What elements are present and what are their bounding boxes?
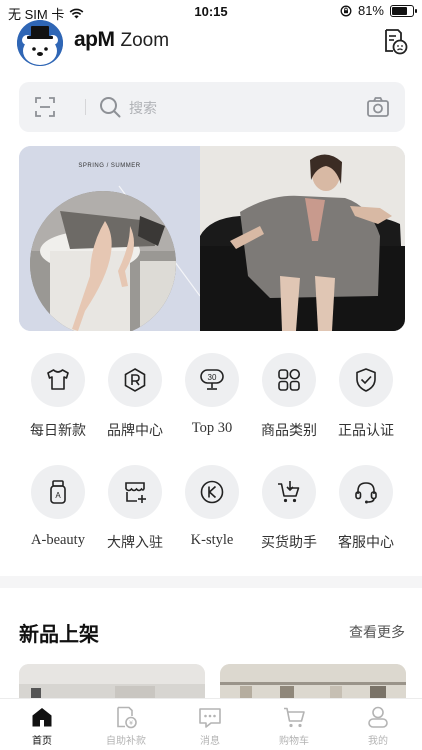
- cosmetic-bottle-icon: A: [50, 480, 66, 504]
- shortcut-brand-join[interactable]: 大牌入驻: [96, 465, 174, 552]
- promo-banner[interactable]: SPRING / SUMMER: [19, 146, 405, 331]
- shortcut-label: 正品认证: [338, 423, 394, 439]
- tab-label: 自助补款: [106, 736, 146, 747]
- shortcut-circle: [262, 465, 316, 519]
- orientation-lock-icon: [340, 5, 352, 16]
- shortcut-circle: [108, 353, 162, 407]
- brand-mark: apM: [74, 28, 115, 51]
- shortcut-circle: A: [31, 465, 85, 519]
- search-icon: [100, 97, 121, 118]
- brand-logo: apM Zoom: [74, 28, 169, 52]
- tab-home[interactable]: 首页: [0, 705, 84, 747]
- brand-name: Zoom: [120, 30, 170, 51]
- top30-trophy-icon: 30: [200, 369, 224, 390]
- tab-self-payment[interactable]: ¥ 自助补款: [84, 705, 168, 747]
- camera-icon[interactable]: [367, 97, 389, 117]
- section-divider: [0, 576, 422, 588]
- shortcut-customer-service[interactable]: 客服中心: [327, 465, 405, 552]
- home-icon: [32, 708, 52, 727]
- section-title-new-arrivals: 新品上架: [19, 622, 99, 646]
- tab-label: 我的: [368, 736, 388, 747]
- tab-label: 消息: [200, 736, 220, 747]
- headset-icon: [355, 482, 377, 504]
- svg-text:A: A: [55, 491, 61, 500]
- shortcut-label: 买货助手: [261, 535, 317, 551]
- shortcut-label: 大牌入驻: [107, 535, 163, 551]
- shortcut-label: 品牌中心: [107, 423, 163, 439]
- cart-icon: [284, 707, 305, 728]
- shortcut-circle: [339, 353, 393, 407]
- store-add-icon: [125, 482, 146, 503]
- shortcut-category[interactable]: 商品类别: [250, 353, 328, 440]
- shortcut-label: Top 30: [191, 420, 233, 436]
- scan-icon[interactable]: [35, 97, 55, 117]
- battery-level: [392, 6, 407, 15]
- shortcut-circle: [185, 465, 239, 519]
- search-divider: [85, 99, 86, 115]
- shortcut-label: A-beauty: [31, 532, 85, 548]
- battery-icon: [390, 4, 417, 17]
- shortcut-label: 每日新款: [30, 423, 86, 439]
- cart-download-icon: [278, 481, 300, 503]
- tab-label: 首页: [32, 736, 52, 747]
- shortcut-k-style[interactable]: K-style: [173, 465, 251, 549]
- category-icon: [278, 368, 301, 391]
- banner-model-photo: [30, 191, 176, 331]
- shortcut-circle: [31, 353, 85, 407]
- shortcut-label: 商品类别: [261, 423, 317, 439]
- shortcut-shopping-assistant[interactable]: 买货助手: [250, 465, 328, 552]
- message-icon: [199, 708, 221, 728]
- tab-label: 购物车: [279, 736, 309, 747]
- profile-icon: [368, 706, 388, 728]
- battery-percent: 81%: [357, 3, 384, 18]
- shortcut-circle: [262, 353, 316, 407]
- tab-messages[interactable]: 消息: [168, 705, 252, 747]
- brand-r-icon: [124, 368, 146, 392]
- svg-text:¥: ¥: [129, 720, 133, 727]
- view-more-link[interactable]: 查看更多: [349, 622, 405, 642]
- order-status-icon[interactable]: [382, 27, 408, 55]
- banner-right-photo: [200, 146, 405, 331]
- tshirt-icon: [47, 369, 69, 390]
- avatar[interactable]: [17, 20, 63, 66]
- k-style-icon: [200, 480, 224, 504]
- app-header: apM Zoom: [0, 18, 422, 72]
- shortcut-circle: [339, 465, 393, 519]
- shortcut-circle: 30: [185, 353, 239, 407]
- shortcut-a-beauty[interactable]: A A-beauty: [19, 465, 97, 549]
- shortcut-daily-new[interactable]: 每日新款: [19, 353, 97, 440]
- payment-icon: ¥: [117, 706, 137, 729]
- shortcut-label: K-style: [190, 532, 234, 548]
- shortcut-circle: [108, 465, 162, 519]
- tab-cart[interactable]: 购物车: [252, 705, 336, 747]
- banner-left-panel: SPRING / SUMMER: [19, 146, 200, 331]
- polar-bear-logo-icon: [17, 20, 63, 66]
- shortcut-top30[interactable]: 30 Top 30: [173, 353, 251, 437]
- shortcut-authentic[interactable]: 正品认证: [327, 353, 405, 440]
- search-input[interactable]: 搜索: [129, 98, 157, 118]
- search-bar[interactable]: 搜索: [19, 82, 405, 132]
- tab-profile[interactable]: 我的: [336, 705, 420, 747]
- shortcut-brand-center[interactable]: 品牌中心: [96, 353, 174, 440]
- svg-text:30: 30: [208, 373, 217, 382]
- bottom-tab-bar: 首页 ¥ 自助补款 消息 购物车 我的: [0, 698, 422, 750]
- shortcut-label: 客服中心: [338, 535, 394, 551]
- shield-check-icon: [356, 368, 376, 392]
